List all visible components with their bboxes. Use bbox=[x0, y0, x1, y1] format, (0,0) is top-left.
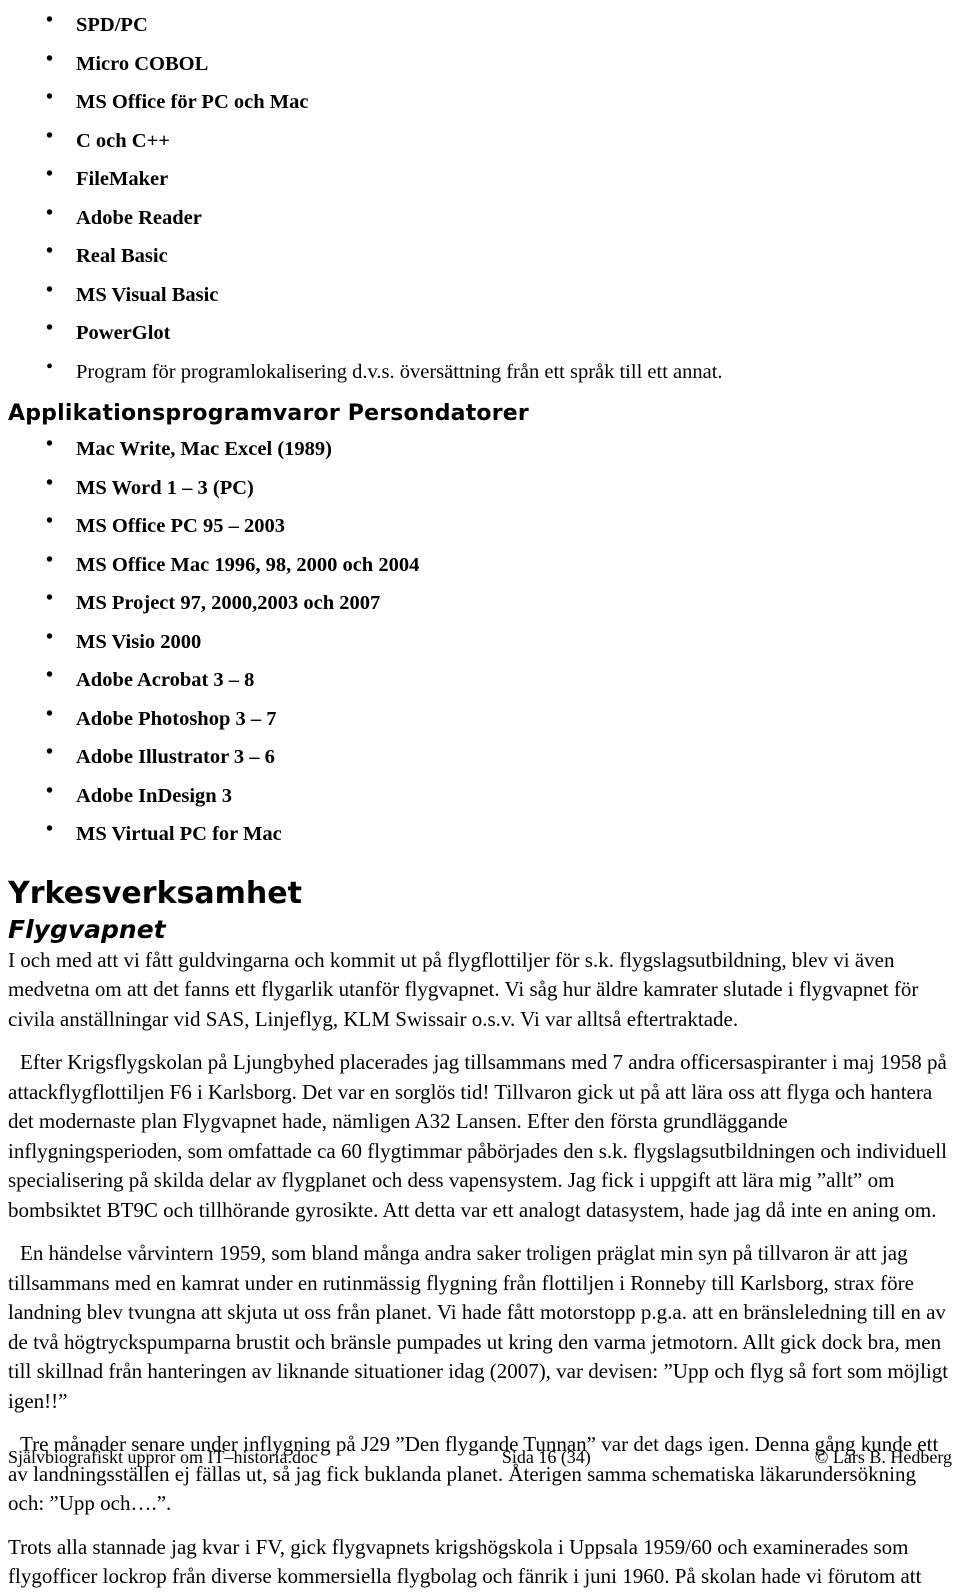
footer-filename: Självbiografiskt uppror om IT–historia.d… bbox=[8, 1447, 318, 1467]
paragraph: I och med att vi fått guldvingarna och k… bbox=[8, 947, 919, 1031]
list-item: MS Office för PC och Mac bbox=[8, 78, 952, 122]
application-list: Mac Write, Mac Excel (1989) MS Word 1 – … bbox=[8, 425, 952, 854]
list-item: MS Office PC 95 – 2003 bbox=[8, 502, 952, 546]
list-item: Adobe Reader bbox=[8, 194, 952, 238]
list-item: Real Basic bbox=[8, 232, 952, 276]
list-item: PowerGlot bbox=[8, 309, 952, 353]
list-item: Adobe Illustrator 3 – 6 bbox=[8, 733, 952, 777]
list-item: Micro COBOL bbox=[8, 40, 952, 84]
list-item: MS Project 97, 2000,2003 och 2007 bbox=[8, 579, 952, 623]
footer-page-number: Sida 16 (34) bbox=[501, 1447, 591, 1467]
document-page: SPD/PC Micro COBOL MS Office för PC och … bbox=[0, 0, 960, 1588]
list-item: Program för programlokalisering d.v.s. ö… bbox=[8, 348, 952, 392]
list-item: C och C++ bbox=[8, 117, 952, 161]
list-item: Mac Write, Mac Excel (1989) bbox=[8, 425, 952, 469]
section-heading: Applikationsprogramvaror Persondatorer bbox=[8, 401, 529, 426]
list-item: MS Virtual PC for Mac bbox=[8, 810, 952, 854]
document-content: SPD/PC Micro COBOL MS Office för PC och … bbox=[8, 1, 952, 1592]
paragraph: En händelse vårvintern 1959, som bland m… bbox=[8, 1241, 949, 1413]
list-item: Adobe Photoshop 3 – 7 bbox=[8, 695, 952, 739]
footer-copyright: © Lars B. Hedberg bbox=[814, 1447, 952, 1467]
chapter-heading: Yrkesverksamhet bbox=[8, 875, 302, 911]
list-item: Adobe Acrobat 3 – 8 bbox=[8, 656, 952, 700]
paragraph: Efter Krigsflygskolan på Ljungbyhed plac… bbox=[8, 1050, 947, 1222]
paragraph: Trots alla stannade jag kvar i FV, gick … bbox=[8, 1534, 922, 1589]
list-item: FileMaker bbox=[8, 155, 952, 199]
sub-heading: Flygvapnet bbox=[8, 914, 166, 944]
list-item: SPD/PC bbox=[8, 1, 952, 45]
list-item: Adobe InDesign 3 bbox=[8, 772, 952, 816]
list-item: MS Visual Basic bbox=[8, 271, 952, 315]
list-item: MS Word 1 – 3 (PC) bbox=[8, 464, 952, 508]
software-list: SPD/PC Micro COBOL MS Office för PC och … bbox=[8, 1, 952, 392]
paragraph: Tre månader senare under inflygning på J… bbox=[8, 1432, 939, 1515]
list-item: MS Visio 2000 bbox=[8, 618, 952, 662]
page-footer: Självbiografiskt uppror om IT–historia.d… bbox=[8, 1447, 952, 1468]
list-item: MS Office Mac 1996, 98, 2000 och 2004 bbox=[8, 541, 952, 585]
